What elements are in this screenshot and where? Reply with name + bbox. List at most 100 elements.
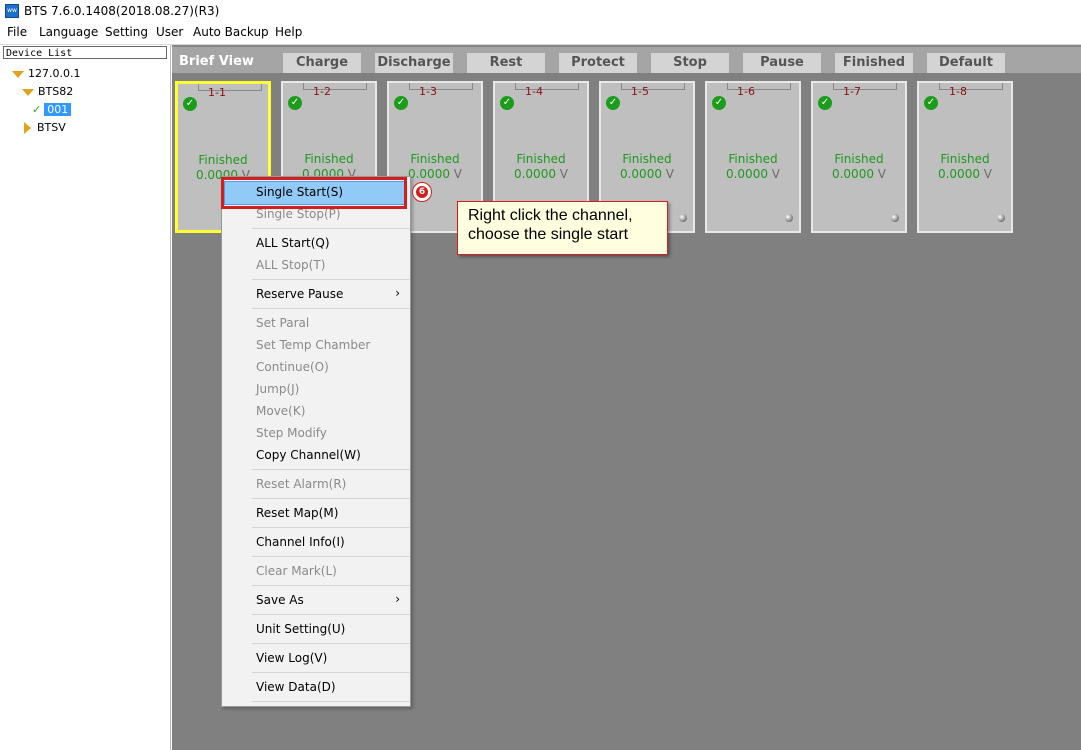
menu-item-clear-mark[interactable]: Clear Mark(L) — [256, 564, 337, 578]
channel-voltage: 0.0000 V — [813, 167, 905, 181]
voltage-value: 0.0000 — [513, 167, 556, 181]
channel-card-1-6[interactable]: 1-6 ✓ Finished 0.0000 V — [705, 81, 801, 233]
menu-separator — [252, 279, 410, 280]
channel-card-1-7[interactable]: 1-7 ✓ Finished 0.0000 V — [811, 81, 907, 233]
menu-item-all-stop[interactable]: ALL Stop(T) — [256, 258, 325, 272]
menu-language[interactable]: Language — [39, 25, 98, 39]
menu-item-continue[interactable]: Continue(O) — [256, 360, 329, 374]
indicator-dot-icon — [785, 214, 793, 222]
tree-node-label: 001 — [44, 103, 72, 116]
menu-item-reserve-pause[interactable]: Reserve Pause — [256, 287, 343, 301]
step-number: 6 — [416, 186, 428, 198]
menu-bar: File Language Setting User Auto Backup H… — [0, 23, 1081, 43]
channel-label: 1-1 — [208, 86, 226, 99]
tree-node-001[interactable]: ✓ 001 — [32, 103, 72, 117]
channel-status: Finished — [198, 153, 248, 167]
menu-auto-backup[interactable]: Auto Backup — [193, 25, 269, 39]
submenu-arrow-icon: › — [395, 592, 400, 606]
status-check-icon: ✓ — [183, 97, 197, 111]
menu-separator — [252, 556, 410, 557]
tree-node-host[interactable]: 127.0.0.1 — [12, 67, 80, 81]
menu-item-set-temp-chamber[interactable]: Set Temp Chamber — [256, 338, 370, 352]
channel-label: 1-5 — [631, 85, 649, 98]
menu-separator — [252, 701, 410, 702]
channel-label: 1-8 — [949, 85, 967, 98]
channel-card-1-8[interactable]: 1-8 ✓ Finished 0.0000 V — [917, 81, 1013, 233]
menu-help[interactable]: Help — [275, 25, 302, 39]
voltage-value: 0.0000 — [407, 167, 450, 181]
menu-item-view-data[interactable]: View Data(D) — [256, 680, 336, 694]
voltage-value: 0.0000 — [831, 167, 874, 181]
channel-status: Finished — [834, 152, 884, 166]
tab-protect[interactable]: Protect — [559, 53, 637, 73]
menu-separator — [252, 498, 410, 499]
channel-status: Finished — [304, 152, 354, 166]
tree-node-label: BTS82 — [38, 85, 74, 98]
channel-label: 1-6 — [737, 85, 755, 98]
tab-brief-view[interactable]: Brief View — [179, 53, 254, 71]
menu-item-save-as[interactable]: Save As — [256, 593, 304, 607]
channel-label: 1-4 — [525, 85, 543, 98]
menu-item-reset-map[interactable]: Reset Map(M) — [256, 506, 338, 520]
menu-file[interactable]: File — [7, 25, 27, 39]
menu-item-jump[interactable]: Jump(J) — [256, 382, 299, 396]
menu-separator — [252, 228, 410, 229]
tab-stop[interactable]: Stop — [651, 53, 729, 73]
menu-item-copy-channel[interactable]: Copy Channel(W) — [256, 448, 361, 462]
expand-icon[interactable] — [22, 88, 34, 96]
status-check-icon: ✓ — [818, 96, 832, 110]
status-check-icon: ✓ — [606, 96, 620, 110]
menu-separator — [252, 469, 410, 470]
voltage-unit: V — [877, 167, 887, 181]
channel-status: Finished — [410, 152, 460, 166]
tab-finished[interactable]: Finished — [835, 53, 913, 73]
tree-node-label: BTSV — [37, 121, 66, 134]
annotation-callout: Right click the channel, choose the sing… — [457, 201, 668, 255]
step-badge: 6 — [412, 182, 432, 202]
tree-node-bts82[interactable]: BTS82 — [22, 85, 73, 99]
channel-voltage: 0.0000 V — [707, 167, 799, 181]
menu-user[interactable]: User — [156, 25, 183, 39]
menu-item-reset-alarm[interactable]: Reset Alarm(R) — [256, 477, 346, 491]
indicator-dot-icon — [997, 214, 1005, 222]
collapse-icon[interactable] — [24, 122, 31, 134]
check-icon: ✓ — [32, 103, 42, 116]
tree-node-btsv[interactable]: BTSV — [24, 121, 66, 135]
menu-separator — [252, 308, 410, 309]
menu-item-all-start[interactable]: ALL Start(Q) — [256, 236, 330, 250]
menu-separator — [252, 585, 410, 586]
title-bar: ᴡᴡ BTS 7.6.0.1408(2018.08.27)(R3) — [0, 0, 1081, 22]
status-check-icon: ✓ — [288, 96, 302, 110]
tab-default[interactable]: Default — [927, 53, 1005, 73]
device-list-header: Device List — [3, 46, 167, 59]
tab-pause[interactable]: Pause — [743, 53, 821, 73]
tab-discharge[interactable]: Discharge — [375, 53, 453, 73]
context-menu: Single Start(S) Single Stop(P) ALL Start… — [221, 176, 411, 707]
channel-voltage: 0.0000 V — [919, 167, 1011, 181]
menu-separator — [252, 672, 410, 673]
tab-rest[interactable]: Rest — [467, 53, 545, 73]
menu-item-unit-setting[interactable]: Unit Setting(U) — [256, 622, 345, 636]
menu-item-set-paral[interactable]: Set Paral — [256, 316, 309, 330]
annotation-highlight-box — [221, 177, 407, 209]
menu-item-single-stop[interactable]: Single Stop(P) — [256, 207, 341, 221]
menu-item-step-modify[interactable]: Step Modify — [256, 426, 327, 440]
channel-label: 1-7 — [843, 85, 861, 98]
app-icon: ᴡᴡ — [5, 4, 19, 18]
channel-status: Finished — [940, 152, 990, 166]
channel-voltage: 0.0000 V — [601, 167, 693, 181]
submenu-arrow-icon: › — [395, 286, 400, 300]
channel-label: 1-3 — [419, 85, 437, 98]
menu-setting[interactable]: Setting — [105, 25, 148, 39]
menu-item-channel-info[interactable]: Channel Info(I) — [256, 535, 345, 549]
menu-item-view-log[interactable]: View Log(V) — [256, 651, 327, 665]
tab-charge[interactable]: Charge — [283, 53, 361, 73]
menu-item-move[interactable]: Move(K) — [256, 404, 305, 418]
voltage-unit: V — [453, 167, 463, 181]
voltage-unit: V — [771, 167, 781, 181]
expand-icon[interactable] — [12, 70, 24, 78]
status-check-icon: ✓ — [712, 96, 726, 110]
voltage-unit: V — [559, 167, 569, 181]
device-list-pane: Device List 127.0.0.1 BTS82 ✓ 001 BTSV — [0, 45, 171, 750]
channel-status: Finished — [622, 152, 672, 166]
